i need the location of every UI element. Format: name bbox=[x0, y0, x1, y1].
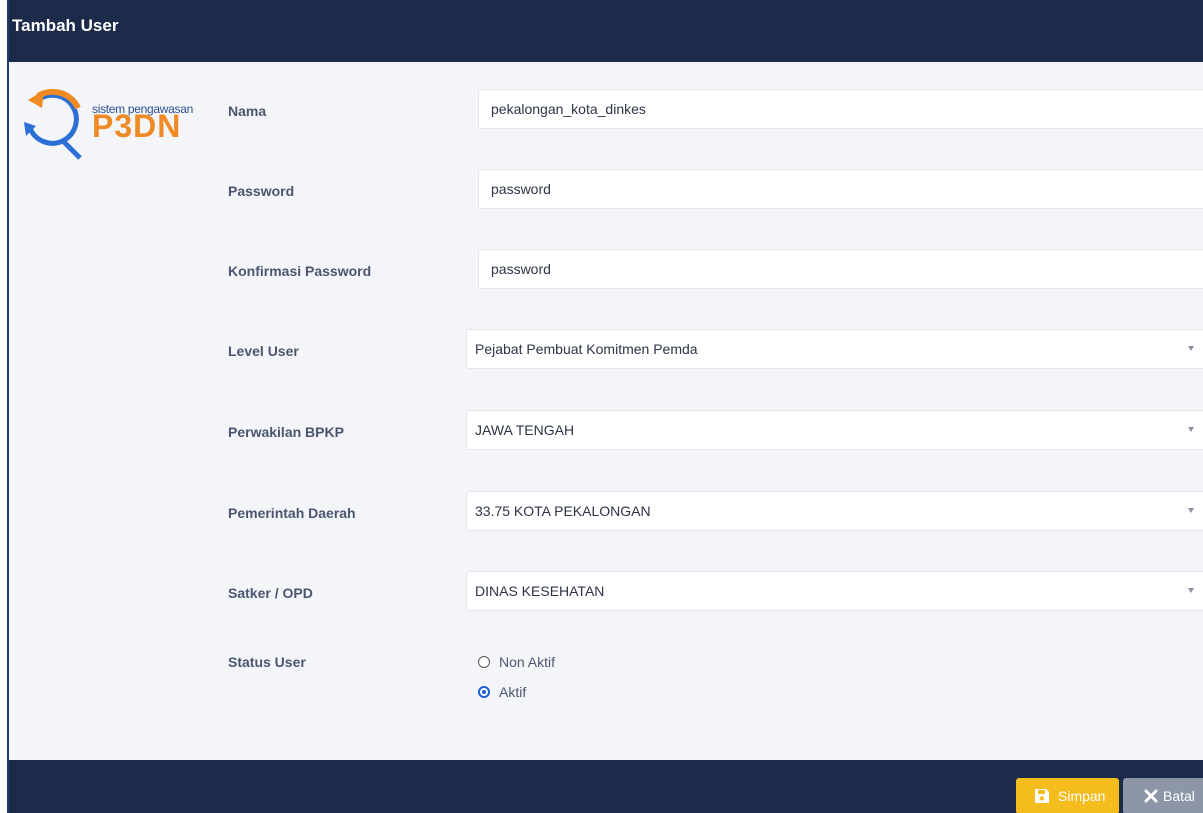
satker-label: Satker / OPD bbox=[228, 585, 313, 601]
password-value: password bbox=[491, 181, 551, 197]
radio-aktif-label: Aktif bbox=[499, 684, 527, 700]
dialog-footer: Simpan Batal bbox=[9, 760, 1203, 813]
pemda-label: Pemerintah Daerah bbox=[228, 505, 356, 521]
perwakilan-value: JAWA TENGAH bbox=[475, 422, 575, 438]
add-user-dialog: Tambah User sistem pengawasan P3DN Nama … bbox=[0, 0, 1203, 813]
floppy-disk-icon bbox=[1035, 789, 1049, 803]
satker-value: DINAS KESEHATAN bbox=[475, 583, 605, 599]
password-input[interactable]: password bbox=[478, 169, 1203, 209]
p3dn-logo: sistem pengawasan P3DN bbox=[14, 80, 204, 190]
nama-input[interactable]: pekalongan_kota_dinkes bbox=[478, 89, 1203, 129]
perwakilan-select[interactable]: JAWA TENGAH bbox=[466, 410, 1203, 450]
save-button-label: Simpan bbox=[1058, 788, 1106, 804]
perwakilan-label: Perwakilan BPKP bbox=[228, 424, 344, 440]
cancel-button-label: Batal bbox=[1163, 788, 1195, 804]
nama-label: Nama bbox=[228, 103, 267, 119]
logo-name: P3DN bbox=[92, 108, 182, 144]
radio-nonaktif[interactable] bbox=[478, 656, 490, 668]
dialog-title: Tambah User bbox=[12, 16, 119, 35]
pemda-value: 33.75 KOTA PEKALONGAN bbox=[475, 503, 651, 519]
dialog-header: Tambah User bbox=[9, 0, 1203, 62]
radio-nonaktif-label: Non Aktif bbox=[499, 654, 556, 670]
password-label: Password bbox=[228, 183, 295, 199]
confirm-password-label: Konfirmasi Password bbox=[228, 263, 372, 279]
level-user-label: Level User bbox=[228, 343, 299, 359]
satker-select[interactable]: DINAS KESEHATAN bbox=[466, 571, 1203, 611]
status-user-label: Status User bbox=[228, 654, 306, 670]
level-user-value: Pejabat Pembuat Komitmen Pemda bbox=[475, 341, 698, 357]
confirm-password-input[interactable]: password bbox=[478, 249, 1203, 289]
logo-cycle-icon bbox=[24, 88, 82, 160]
pemda-select[interactable]: 33.75 KOTA PEKALONGAN bbox=[466, 491, 1203, 531]
save-button[interactable]: Simpan bbox=[1016, 778, 1119, 813]
level-user-select[interactable]: Pejabat Pembuat Komitmen Pemda bbox=[466, 329, 1203, 369]
close-icon bbox=[1144, 789, 1158, 803]
chevron-down-icon bbox=[1188, 508, 1194, 513]
left-edge bbox=[0, 0, 9, 813]
chevron-down-icon bbox=[1188, 346, 1194, 351]
chevron-down-icon bbox=[1188, 427, 1194, 432]
radio-aktif[interactable] bbox=[478, 686, 490, 698]
nama-value: pekalongan_kota_dinkes bbox=[491, 101, 646, 117]
confirm-password-value: password bbox=[491, 261, 551, 277]
chevron-down-icon bbox=[1188, 588, 1194, 593]
cancel-button[interactable]: Batal bbox=[1123, 778, 1203, 813]
